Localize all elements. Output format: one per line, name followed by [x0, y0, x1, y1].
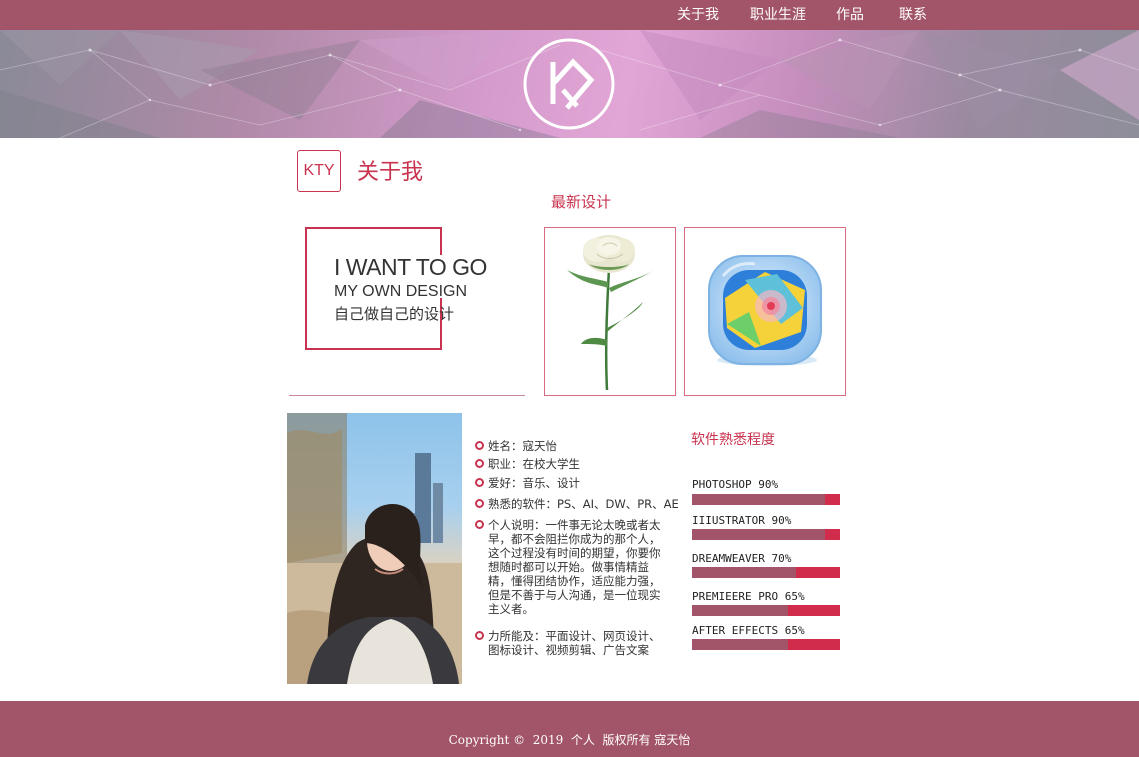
info-software-text: 熟悉的软件：PS、AI、DW、PR、AE — [488, 497, 679, 511]
bullet-icon — [475, 499, 484, 508]
skills-title: 软件熟悉程度 — [691, 432, 775, 448]
section-divider — [289, 395, 525, 396]
info-name: 姓名：寇天怡 — [475, 439, 557, 453]
skill-bar-illustrator — [692, 529, 840, 540]
bullet-icon — [475, 459, 484, 468]
nav-item-works[interactable]: 作品 — [836, 6, 864, 24]
info-description-text: 个人说明：一件事无论太晚或者太 早，都不会阻拦你成为的那个人， 这个过程没有时间… — [488, 518, 661, 616]
skill-bar-after-effects — [692, 639, 840, 650]
skill-bar-dreamweaver — [692, 567, 840, 578]
skill-label-premiere: PREMIEERE PRO 65% — [692, 590, 805, 603]
kty-logo-icon[interactable] — [523, 38, 615, 130]
nav-item-contact[interactable]: 联系 — [899, 6, 927, 24]
skill-fill — [692, 605, 789, 616]
latest-designs-title: 最新设计 — [551, 193, 612, 211]
info-abilities: 力所能及：平面设计、网页设计、 图标设计、视频剪辑、广告文案 — [475, 629, 661, 657]
portrait-photo — [287, 413, 462, 684]
about-title: 关于我 — [357, 160, 424, 185]
skill-fill — [692, 529, 826, 540]
info-hobbies: 爱好：音乐、设计 — [475, 476, 580, 490]
map-app-icon — [708, 255, 822, 366]
bullet-icon — [475, 478, 484, 487]
footer: Copyright © 2019 个人 版权所有 寇天怡 — [0, 701, 1139, 757]
info-software: 熟悉的软件：PS、AI、DW、PR、AE — [475, 497, 679, 511]
skill-bar-premiere — [692, 605, 840, 616]
kty-badge: KTY — [297, 150, 341, 192]
skill-fill — [692, 567, 796, 578]
portrait-illustration — [287, 413, 462, 684]
slogan-line-2: MY OWN DESIGN — [334, 283, 468, 300]
bullet-icon — [475, 520, 484, 529]
design-card-map-icon[interactable] — [684, 227, 846, 396]
nav-item-about[interactable]: 关于我 — [677, 6, 719, 24]
info-occupation: 职业：在校大学生 — [475, 457, 580, 471]
top-nav-bar: 关于我 职业生涯 作品 联系 — [0, 0, 1139, 30]
skill-label-illustrator: IIIUSTRATOR 90% — [692, 514, 792, 527]
info-occupation-text: 职业：在校大学生 — [488, 457, 580, 471]
copyright-text: Copyright © 2019 个人 版权所有 寇天怡 — [448, 733, 691, 747]
bullet-icon — [475, 631, 484, 640]
info-description: 个人说明：一件事无论太晚或者太 早，都不会阻拦你成为的那个人， 这个过程没有时间… — [475, 518, 661, 616]
skill-label-photoshop: PHOTOSHOP 90% — [692, 478, 779, 491]
bullet-icon — [475, 441, 484, 450]
header-banner — [0, 30, 1139, 138]
nav-item-career[interactable]: 职业生涯 — [750, 6, 806, 24]
design-card-rose[interactable] — [544, 227, 676, 396]
skill-fill — [692, 639, 789, 650]
skill-label-after-effects: AFTER EFFECTS 65% — [692, 624, 805, 637]
white-rose-image — [567, 235, 655, 391]
slogan-line-1: I WANT TO GO — [334, 254, 487, 280]
info-hobbies-text: 爱好：音乐、设计 — [488, 476, 580, 490]
skill-label-dreamweaver: DREAMWEAVER 70% — [692, 552, 792, 565]
skill-fill — [692, 494, 826, 505]
skill-bar-photoshop — [692, 494, 840, 505]
slogan-line-3: 自己做自己的设计 — [334, 305, 455, 323]
info-name-text: 姓名：寇天怡 — [488, 439, 557, 453]
info-abilities-text: 力所能及：平面设计、网页设计、 图标设计、视频剪辑、广告文案 — [488, 629, 661, 657]
